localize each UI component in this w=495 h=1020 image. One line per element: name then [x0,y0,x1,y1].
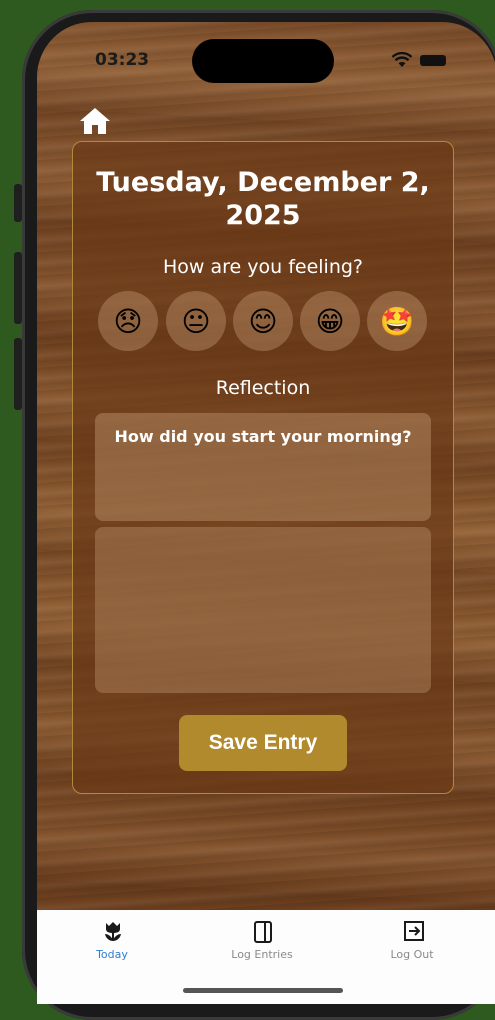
volume-up-button [14,252,22,324]
sad-face-icon: 😞 [113,304,143,338]
reflection-question: How did you start your morning? [114,427,412,446]
mood-neutral-button[interactable]: 😐 [166,291,226,351]
tab-today-label: Today [96,948,128,961]
feeling-prompt: How are you feeling? [162,256,364,278]
grinning-face-icon: 😁 [315,304,345,338]
logout-icon [402,920,426,946]
neutral-face-icon: 😐 [181,304,211,338]
star-struck-face-icon: 🤩 [379,304,415,338]
tab-log-out-label: Log Out [390,948,434,961]
book-icon [252,920,274,948]
reflection-question-box: How did you start your morning? [95,413,431,521]
dynamic-island [192,39,334,83]
mood-selector: 😞 😐 😊 😁 🤩 [98,291,432,353]
status-time: 03:23 [95,50,150,70]
wifi-icon [391,51,413,72]
smiling-face-icon: 😊 [248,304,278,338]
battery-icon [420,55,446,66]
entry-date: Tuesday, December 2, 2025 [96,167,430,231]
mood-happy-button[interactable]: 😊 [233,291,293,351]
mood-sad-button[interactable]: 😞 [98,291,158,351]
tab-log-entries-label: Log Entries [231,948,293,961]
volume-down-button [14,338,22,410]
tulip-icon [102,920,124,946]
mute-switch [14,184,22,222]
home-icon[interactable] [79,106,111,136]
save-entry-button[interactable]: Save Entry [179,715,347,771]
reflection-answer-field[interactable] [95,527,431,693]
reflection-label: Reflection [215,377,311,399]
home-indicator [183,988,343,993]
mood-excited-button[interactable]: 🤩 [367,291,427,351]
mood-very-happy-button[interactable]: 😁 [300,291,360,351]
